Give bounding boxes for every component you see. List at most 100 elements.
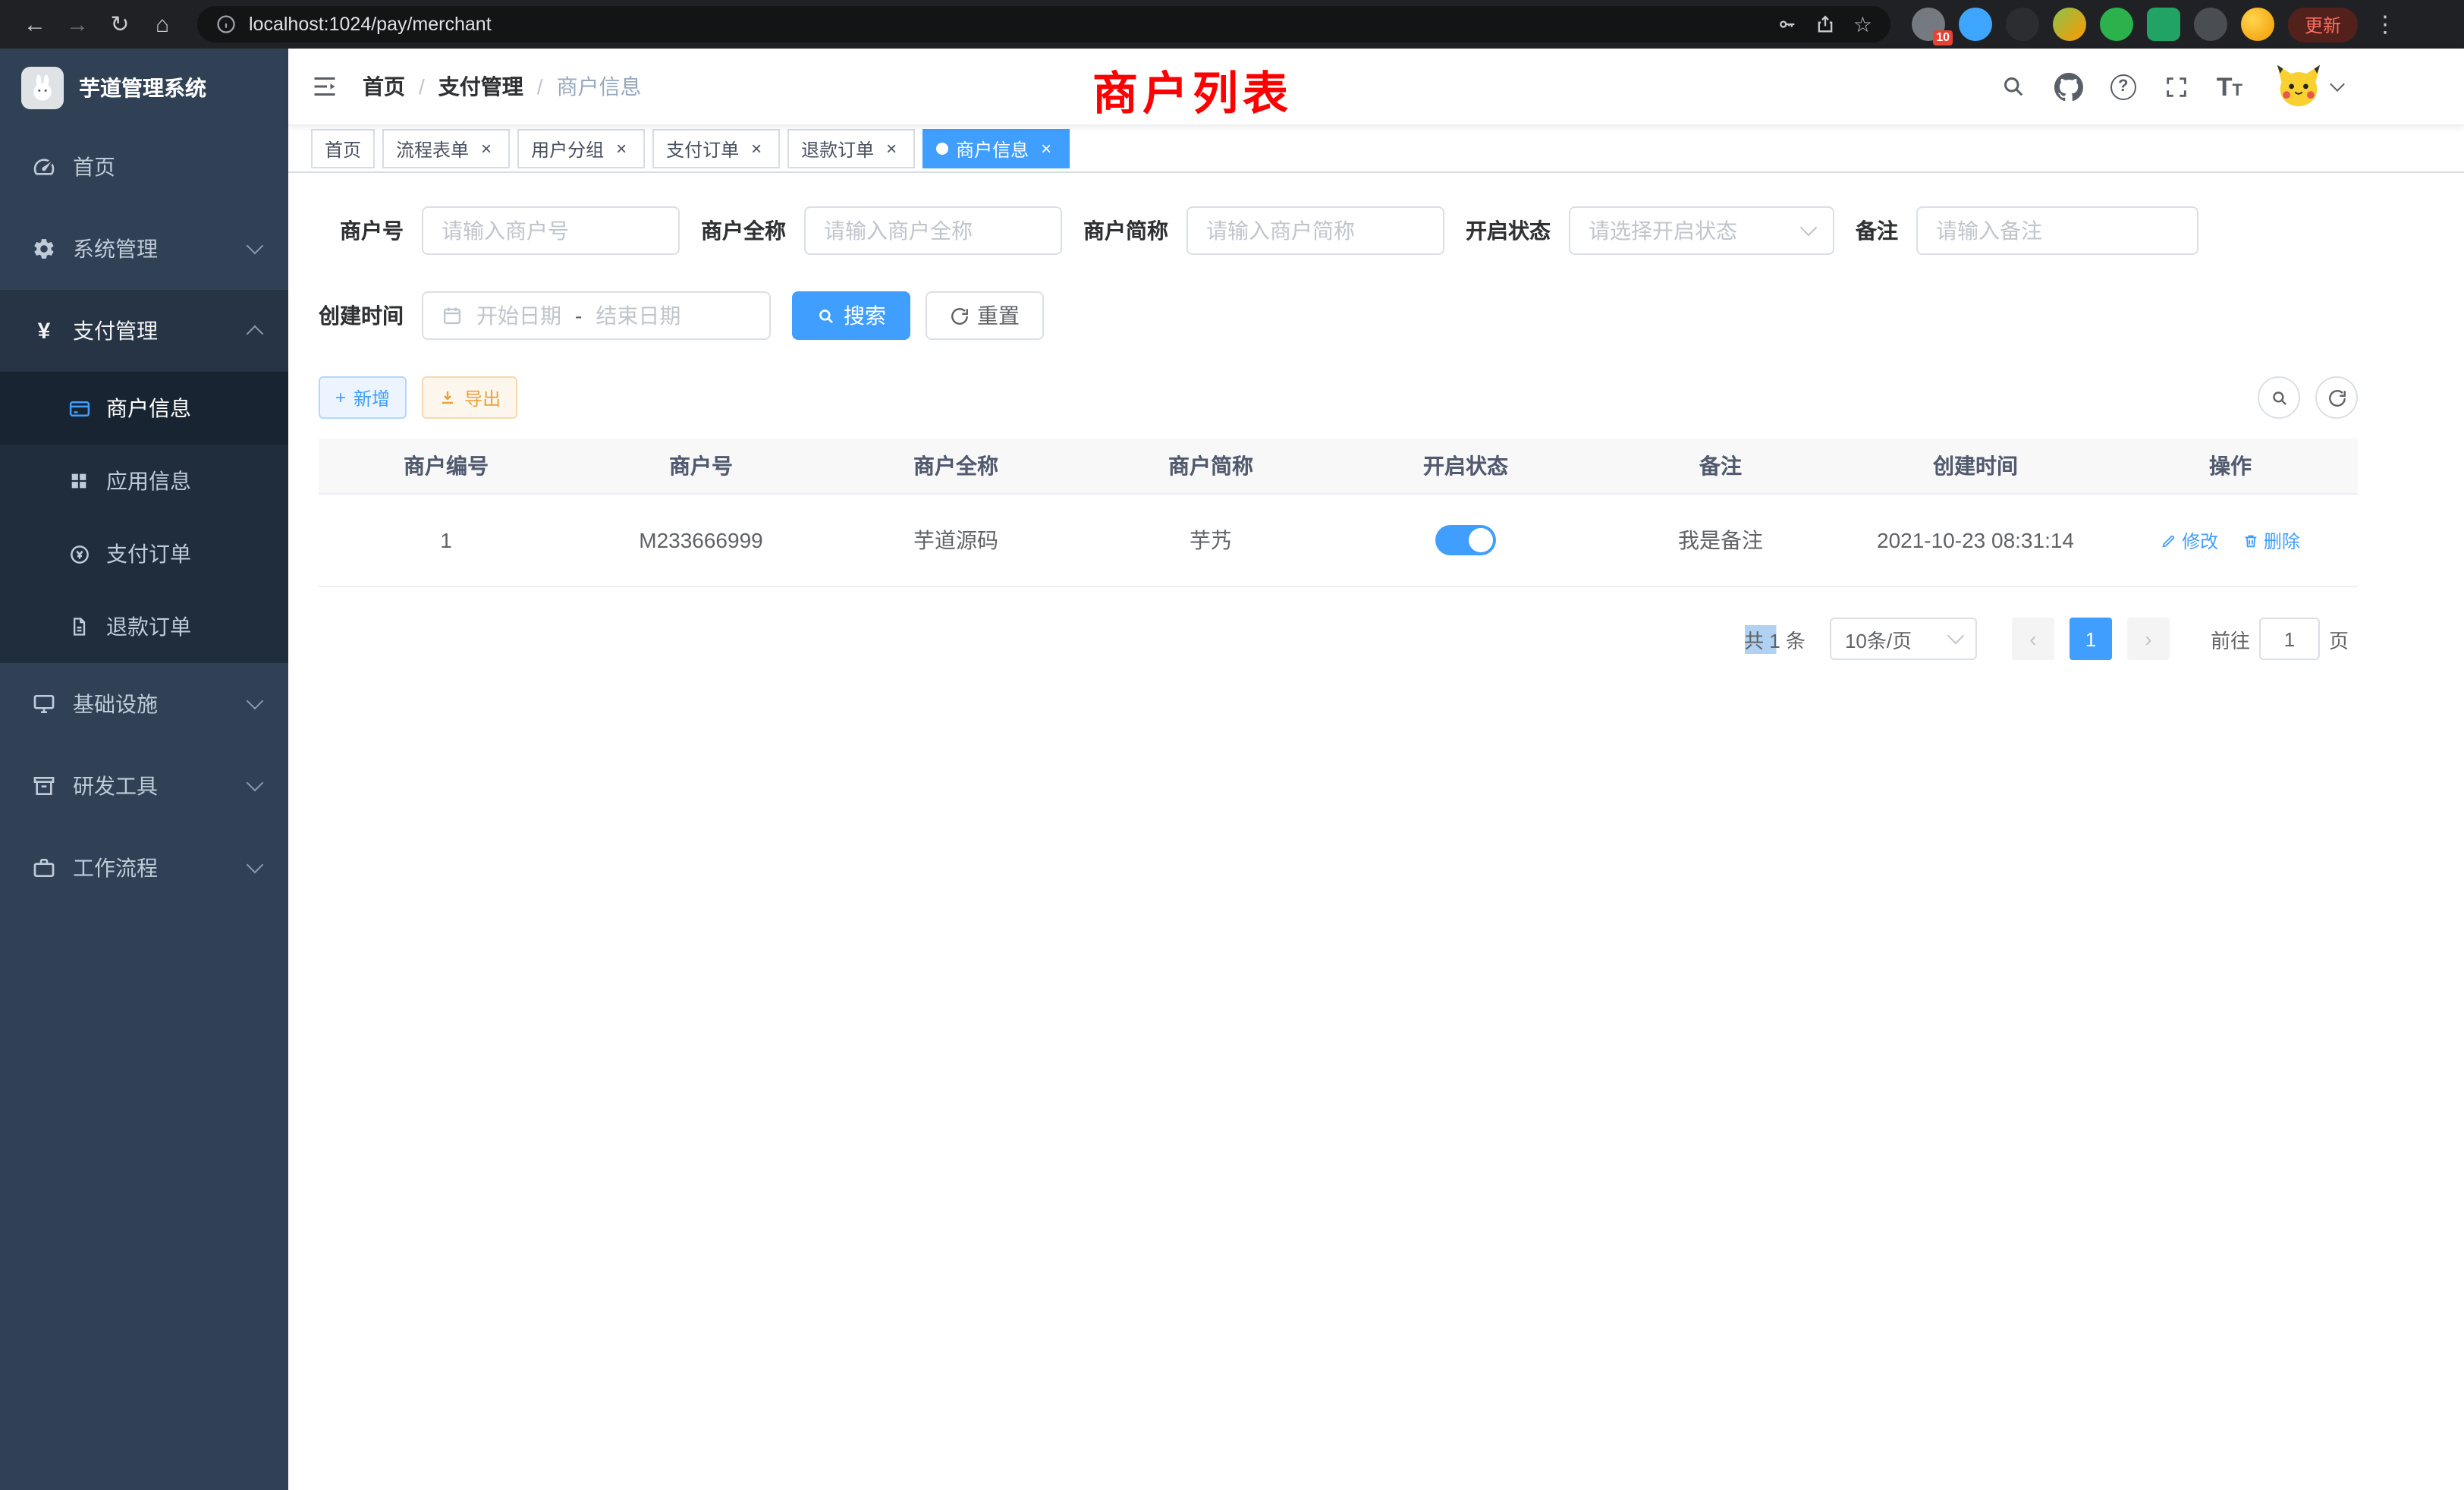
- delete-button[interactable]: 删除: [2242, 527, 2300, 553]
- breadcrumb-separator: /: [419, 74, 425, 99]
- breadcrumb-payment[interactable]: 支付管理: [438, 71, 523, 102]
- font-size-icon[interactable]: TT: [2217, 74, 2242, 99]
- tab-merchant-info[interactable]: 商户信息 ×: [922, 129, 1070, 168]
- export-button[interactable]: 导出: [422, 376, 517, 419]
- close-icon[interactable]: ×: [476, 139, 496, 159]
- sidebar-item-dev-tools[interactable]: 研发工具: [0, 745, 288, 827]
- toggle-search-button[interactable]: [2258, 376, 2300, 419]
- remark-input[interactable]: [1916, 206, 2198, 255]
- yen-icon: ¥: [30, 318, 58, 344]
- sidebar-item-payment[interactable]: ¥ 支付管理: [0, 290, 288, 372]
- sidebar-item-home[interactable]: 首页: [0, 126, 288, 208]
- page-size-select[interactable]: 10条/页: [1830, 618, 1977, 660]
- github-icon[interactable]: [2054, 72, 2083, 101]
- password-key-icon[interactable]: [1777, 14, 1799, 35]
- sidebar-item-pay-order[interactable]: 支付订单: [0, 517, 288, 590]
- merchant-no-input[interactable]: [422, 206, 680, 255]
- browser-extensions-area: 10 更新 ⋮: [1912, 7, 2399, 42]
- search-button-label: 搜索: [844, 300, 886, 331]
- close-icon[interactable]: ×: [1036, 139, 1056, 159]
- extension-icon-3[interactable]: [2006, 8, 2039, 41]
- tab-refund-order[interactable]: 退款订单 ×: [787, 129, 915, 168]
- bookmark-star-icon[interactable]: ☆: [1853, 11, 1872, 37]
- sidebar-item-label: 工作流程: [73, 853, 234, 883]
- date-range-picker[interactable]: 开始日期 - 结束日期: [422, 291, 771, 340]
- filter-full-name: 商户全称: [701, 206, 1062, 255]
- add-button[interactable]: + 新增: [319, 376, 407, 419]
- tab-process-form[interactable]: 流程表单 ×: [382, 129, 510, 168]
- status-select[interactable]: 请选择开启状态: [1569, 206, 1834, 255]
- filter-remark: 备注: [1856, 206, 2198, 255]
- close-icon[interactable]: ×: [746, 139, 766, 159]
- browser-reload-button[interactable]: ↻: [100, 5, 140, 44]
- search-button[interactable]: 搜索: [792, 291, 910, 340]
- table-row: 1 M233666999 芋道源码 芋艿 我是备注 2021-10-23 08:…: [319, 494, 2358, 586]
- browser-address-bar[interactable]: localhost:1024/pay/merchant ☆: [197, 6, 1890, 42]
- chevron-up-icon: [247, 325, 264, 343]
- reset-button[interactable]: 重置: [926, 291, 1044, 340]
- browser-back-button[interactable]: ←: [15, 5, 55, 44]
- col-actions: 操作: [2103, 439, 2358, 494]
- col-short-name: 商户简称: [1083, 439, 1338, 494]
- browser-profile-avatar[interactable]: [2241, 8, 2274, 41]
- sidebar-item-app-info[interactable]: 应用信息: [0, 445, 288, 517]
- refresh-table-button[interactable]: [2315, 376, 2358, 419]
- filter-short-name: 商户简称: [1083, 206, 1444, 255]
- toolbox-icon: [30, 774, 58, 798]
- fullscreen-icon[interactable]: [2164, 74, 2189, 99]
- extension-icon-5[interactable]: [2100, 8, 2133, 41]
- url-text: localhost:1024/pay/merchant: [249, 14, 492, 35]
- breadcrumb-separator: /: [537, 74, 543, 99]
- app-logo-bar[interactable]: 芋道管理系统: [0, 49, 288, 126]
- sidebar-item-workflow[interactable]: 工作流程: [0, 827, 288, 909]
- breadcrumb-home[interactable]: 首页: [363, 71, 405, 102]
- breadcrumb: 首页 / 支付管理 / 商户信息: [363, 71, 642, 102]
- user-menu[interactable]: [2276, 61, 2343, 112]
- goto-prefix: 前往: [2211, 624, 2250, 653]
- caret-down-icon: [2330, 77, 2345, 92]
- sidebar-item-infrastructure[interactable]: 基础设施: [0, 663, 288, 745]
- goto-page-input[interactable]: [2259, 618, 2320, 660]
- pay-order-icon: [67, 542, 91, 565]
- cell-actions: 修改 删除: [2103, 494, 2358, 586]
- sidebar-item-system[interactable]: 系统管理: [0, 208, 288, 290]
- sidebar-toggle-button[interactable]: [311, 73, 338, 100]
- site-info-icon[interactable]: [215, 14, 237, 35]
- sidebar-item-label: 基础设施: [73, 689, 234, 719]
- next-page-button[interactable]: ›: [2127, 618, 2170, 660]
- tab-label: 商户信息: [956, 136, 1029, 162]
- browser-update-button[interactable]: 更新: [2288, 7, 2358, 42]
- browser-menu-button[interactable]: ⋮: [2371, 11, 2399, 38]
- share-icon[interactable]: [1815, 14, 1837, 35]
- short-name-input[interactable]: [1186, 206, 1444, 255]
- card-icon: [67, 397, 91, 420]
- app-logo: [21, 66, 64, 108]
- extension-icon-4[interactable]: [2053, 8, 2086, 41]
- edit-button[interactable]: 修改: [2161, 527, 2218, 553]
- close-icon[interactable]: ×: [882, 139, 901, 159]
- extension-icon-6[interactable]: [2147, 8, 2180, 41]
- help-icon[interactable]: ?: [2110, 74, 2136, 99]
- tab-user-group[interactable]: 用户分组 ×: [517, 129, 645, 168]
- extension-icon-2[interactable]: [1959, 8, 1992, 41]
- pagination: 共 1 条 10条/页 ‹ 1 › 前往 页: [319, 618, 2358, 660]
- prev-page-button[interactable]: ‹: [2012, 618, 2054, 660]
- close-icon[interactable]: ×: [611, 139, 631, 159]
- sidebar: 芋道管理系统 首页 系统管理 ¥ 支付管理: [0, 49, 288, 1490]
- extension-badge: 10: [1933, 30, 1953, 46]
- page-number-button[interactable]: 1: [2070, 618, 2112, 660]
- col-create-time: 创建时间: [1848, 439, 2103, 494]
- active-tab-dot: [936, 143, 948, 155]
- cell-remark: 我是备注: [1593, 494, 1848, 586]
- search-icon[interactable]: [2000, 73, 2027, 100]
- sidebar-item-refund-order[interactable]: 退款订单: [0, 590, 288, 663]
- browser-forward-button[interactable]: →: [58, 5, 97, 44]
- tab-home[interactable]: 首页: [311, 129, 375, 168]
- status-toggle[interactable]: [1435, 524, 1496, 555]
- full-name-input[interactable]: [804, 206, 1062, 255]
- sidebar-item-merchant-info[interactable]: 商户信息: [0, 372, 288, 445]
- extension-icon-7[interactable]: [2194, 8, 2227, 41]
- browser-home-button[interactable]: ⌂: [143, 5, 182, 44]
- tab-pay-order[interactable]: 支付订单 ×: [652, 129, 780, 168]
- extension-icon-1[interactable]: 10: [1912, 8, 1945, 41]
